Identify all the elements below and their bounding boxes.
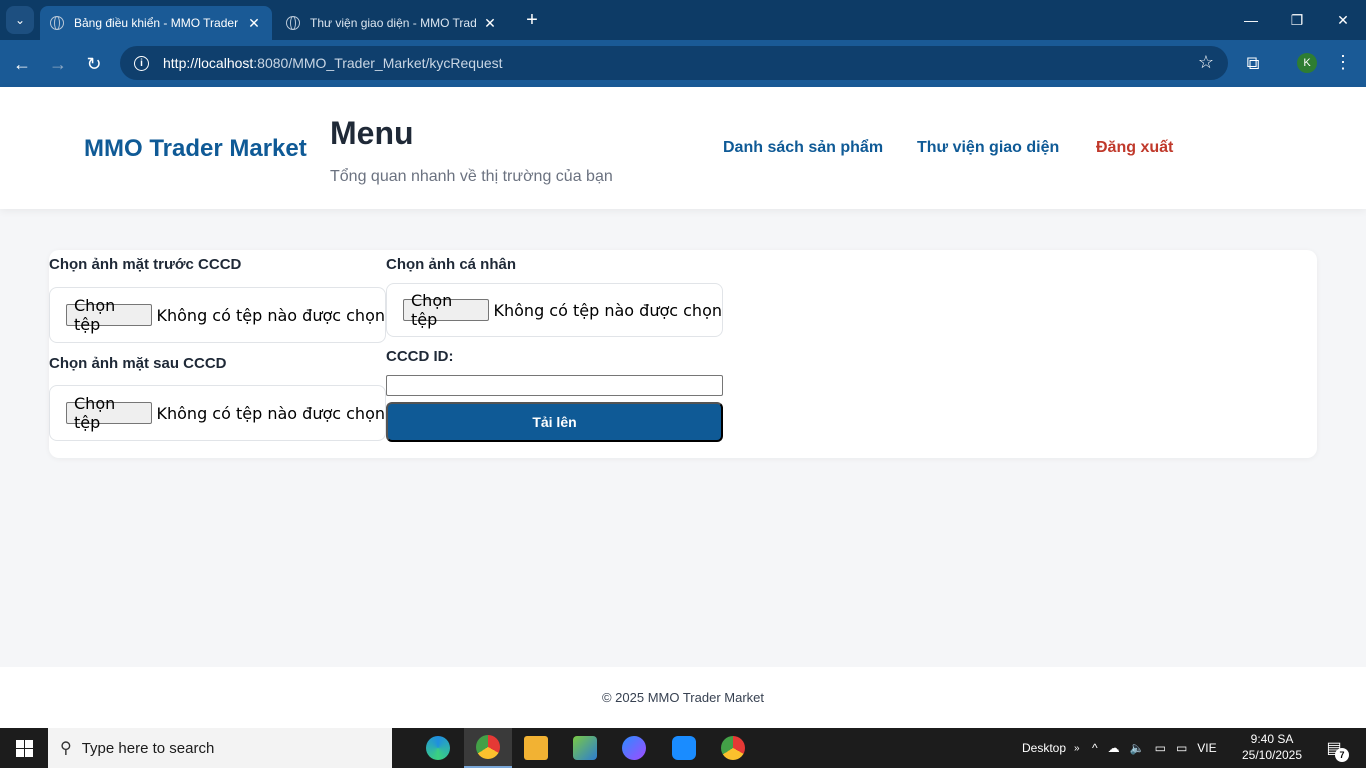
messenger-icon[interactable] <box>610 728 658 768</box>
choose-file-button[interactable]: Chọn tệp <box>403 291 489 329</box>
kyc-form-card: Chọn ảnh mặt trước CCCD Chọn tệp Không c… <box>49 250 1317 458</box>
selfie-label: Chọn ảnh cá nhân <box>386 256 517 273</box>
window-close-icon[interactable]: ✕ <box>1320 0 1366 40</box>
tab-theme-library[interactable]: Thư viện giao diện - MMO Trader Market ✕ <box>276 6 508 40</box>
chrome-profile-icon[interactable] <box>709 728 757 768</box>
desktop-toolbar[interactable]: Desktop » <box>1022 728 1080 768</box>
url-text[interactable]: http://localhost:8080/MMO_Trader_Market/… <box>163 55 503 71</box>
globe-icon <box>50 16 64 30</box>
forward-icon[interactable]: → <box>44 50 72 78</box>
system-tray: ^ ☁ 🔈 ▭ ▭ VIE <box>1092 728 1217 768</box>
nav-products-link[interactable]: Danh sách sản phẩm <box>723 139 883 157</box>
chrome-icon[interactable] <box>464 728 512 768</box>
choose-file-button[interactable]: Chọn tệp <box>66 394 152 432</box>
tab-search-icon[interactable]: ⌄ <box>6 6 34 34</box>
footer-copyright: © 2025 MMO Trader Market <box>601 690 765 705</box>
browser-tabstrip: ⌄ Bảng điều khiển - MMO Trader Market ✕ … <box>0 0 1366 40</box>
edge-icon[interactable] <box>414 728 462 768</box>
search-icon: ⚲ <box>60 740 72 757</box>
language-indicator[interactable]: VIE <box>1197 741 1216 755</box>
site-header: MMO Trader Market Menu Tổng quan nhanh v… <box>0 87 1366 209</box>
tab-title: Thư viện giao diện - MMO Trader Market <box>310 16 476 30</box>
file-status: Không có tệp nào được chọn <box>156 403 386 423</box>
minimize-icon[interactable]: — <box>1228 0 1274 40</box>
logout-link[interactable]: Đăng xuất <box>1096 139 1173 157</box>
close-icon[interactable]: ✕ <box>246 15 262 32</box>
restore-icon[interactable]: ❐ <box>1274 0 1320 40</box>
cccd-id-label: CCCD ID: <box>386 348 454 365</box>
tab-dashboard[interactable]: Bảng điều khiển - MMO Trader Market ✕ <box>40 6 272 40</box>
more-menu-icon[interactable]: ⋮ <box>1334 52 1352 73</box>
back-icon[interactable]: ← <box>8 50 36 78</box>
taskbar-search-input[interactable]: ⚲ Type here to search <box>48 728 392 768</box>
globe-icon <box>286 16 300 30</box>
bookmark-star-icon[interactable]: ☆ <box>1198 52 1214 73</box>
file-status: Không có tệp nào được chọn <box>156 305 386 325</box>
avatar[interactable]: K <box>1297 53 1317 73</box>
new-tab-icon[interactable]: + <box>520 8 544 32</box>
app-cube-icon[interactable] <box>561 728 609 768</box>
reload-icon[interactable]: ↻ <box>80 50 108 78</box>
tab-title: Bảng điều khiển - MMO Trader Market <box>74 16 240 30</box>
address-bar[interactable]: i http://localhost:8080/MMO_Trader_Marke… <box>120 46 1228 80</box>
clock-time: 9:40 SA <box>1250 732 1294 746</box>
notification-count-badge: 7 <box>1335 748 1349 762</box>
cloud-icon[interactable]: ☁ <box>1108 741 1120 755</box>
search-placeholder: Type here to search <box>81 739 215 757</box>
clock-date: 25/10/2025 <box>1241 748 1303 762</box>
taskbar-clock[interactable]: 9:40 SA 25/10/2025 <box>1240 731 1304 763</box>
page-title: Menu <box>330 115 414 151</box>
front-id-file-input[interactable]: Chọn tệp Không có tệp nào được chọn <box>49 287 386 343</box>
windows-start-icon[interactable] <box>0 728 48 768</box>
taskbar: ⚲ Type here to search Desktop » ^ ☁ 🔈 ▭ … <box>0 728 1366 768</box>
browser-toolbar: ← → ↻ i http://localhost:8080/MMO_Trader… <box>0 40 1366 87</box>
close-icon[interactable]: ✕ <box>482 15 498 32</box>
site-info-icon[interactable]: i <box>134 55 149 71</box>
site-footer: © 2025 MMO Trader Market <box>0 667 1366 728</box>
nav-themes-link[interactable]: Thư viện giao diện <box>917 139 1059 157</box>
volume-icon[interactable]: 🔈 <box>1130 741 1145 755</box>
file-explorer-icon[interactable] <box>512 728 560 768</box>
choose-file-button[interactable]: Chọn tệp <box>66 296 152 334</box>
back-id-file-input[interactable]: Chọn tệp Không có tệp nào được chọn <box>49 385 386 441</box>
network-icon[interactable]: ▭ <box>1155 741 1166 755</box>
brand-logo[interactable]: MMO Trader Market <box>84 135 307 163</box>
upload-button[interactable]: Tải lên <box>386 402 723 442</box>
desktop-label: Desktop <box>1022 741 1067 755</box>
front-id-label: Chọn ảnh mặt trước CCCD <box>49 256 242 273</box>
back-id-label: Chọn ảnh mặt sau CCCD <box>49 355 227 372</box>
file-status: Không có tệp nào được chọn <box>493 300 723 320</box>
chevron-up-icon[interactable]: ^ <box>1092 741 1098 755</box>
extensions-icon[interactable]: ⧉ <box>1242 52 1264 74</box>
page-subtitle: Tổng quan nhanh về thị trường của bạn <box>330 168 613 185</box>
battery-icon[interactable]: ▭ <box>1176 741 1187 755</box>
notification-icon[interactable]: ▤ 7 <box>1322 736 1349 762</box>
selfie-file-input[interactable]: Chọn tệp Không có tệp nào được chọn <box>386 283 723 337</box>
zalo-icon[interactable] <box>660 728 708 768</box>
double-chevron-icon: » <box>1074 742 1080 754</box>
cccd-id-input[interactable] <box>386 375 723 396</box>
